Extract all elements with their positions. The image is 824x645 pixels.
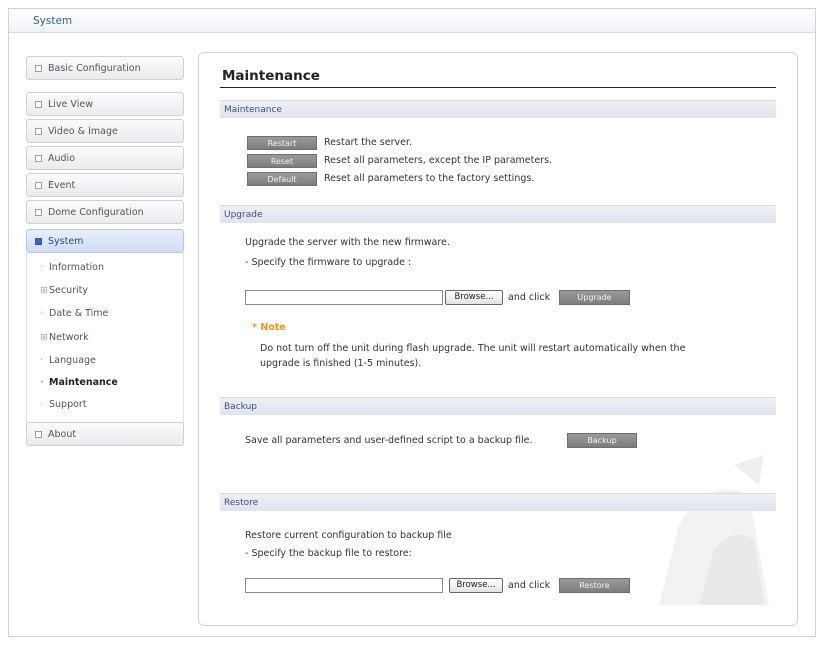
expand-box-icon [35,182,42,189]
submenu-item-language[interactable]: · Language [40,355,96,366]
tree-dash-icon: · [40,308,44,319]
restore-browse-button[interactable]: Browse... [449,578,503,593]
restart-description: Restart the server. [324,137,412,148]
title-divider [220,87,776,88]
backup-description: Save all parameters and user-defined scr… [245,435,533,446]
section-header-maintenance: Maintenance [220,100,776,118]
upgrade-specify-label: - Specify the firmware to upgrade : [245,257,412,268]
note-title: * Note [252,322,286,333]
expand-box-icon [35,101,42,108]
sidebar-item-event[interactable]: Event [26,173,184,197]
upgrade-and-click-label: and click [508,292,551,303]
reset-description: Reset all parameters, except the IP para… [324,155,553,166]
note-text-line-2: upgrade is finished (1-5 minutes). [260,358,422,369]
firmware-browse-button[interactable]: Browse... [445,290,503,305]
restore-and-click-label: and click [508,580,551,591]
expand-box-icon [35,155,42,162]
firmware-file-input[interactable] [245,290,443,305]
expand-box-icon [35,65,42,72]
submenu-item-date-time[interactable]: · Date & Time [40,308,108,319]
submenu-item-information[interactable]: · Information [40,262,104,273]
tree-dash-icon: · [40,262,44,273]
tree-dash-icon: · [40,399,44,410]
tree-dash-icon: · [40,377,44,388]
collapse-box-icon [35,238,42,245]
sidebar-item-audio[interactable]: Audio [26,146,184,170]
tree-dash-icon: · [40,355,44,366]
restart-button[interactable]: Restart [247,136,317,150]
sidebar-item-live-view[interactable]: Live View [26,92,184,116]
section-header-backup: Backup [220,397,776,415]
sidebar-item-video-image[interactable]: Video & Image [26,119,184,143]
restore-instruction: Restore current configuration to backup … [245,530,452,541]
restore-file-input[interactable] [245,578,443,593]
reset-button[interactable]: Reset [247,154,317,168]
default-description: Reset all parameters to the factory sett… [324,173,535,184]
submenu-item-support[interactable]: · Support [40,399,87,410]
sidebar-item-system[interactable]: System [26,229,184,253]
tree-expand-icon: ⊞ [40,332,48,343]
section-header-restore: Restore [220,493,776,511]
section-header-upgrade: Upgrade [220,205,776,223]
sidebar-item-about[interactable]: About [26,422,184,446]
default-button[interactable]: Default [247,172,317,186]
restore-specify-label: - Specify the backup file to restore: [245,548,412,559]
window-title: System [33,15,73,27]
submenu-item-network[interactable]: ⊞Network [40,332,89,343]
submenu-item-security[interactable]: ⊞Security [40,285,88,296]
sidebar-item-basic-configuration[interactable]: Basic Configuration [26,56,184,80]
tree-expand-icon: ⊞ [40,285,48,296]
watermark-icon [659,455,769,605]
system-submenu [26,253,184,441]
submenu-item-maintenance[interactable]: · Maintenance [40,377,118,388]
sidebar-item-dome-configuration[interactable]: Dome Configuration [26,200,184,224]
expand-box-icon [35,128,42,135]
backup-button[interactable]: Backup [567,433,637,448]
restore-button[interactable]: Restore [559,578,630,593]
note-text-line-1: Do not turn off the unit during flash up… [260,343,686,354]
expand-box-icon [35,209,42,216]
expand-box-icon [35,431,42,438]
page-title: Maintenance [222,68,320,84]
upgrade-button[interactable]: Upgrade [559,290,630,305]
top-bar: System [9,9,815,33]
upgrade-instruction: Upgrade the server with the new firmware… [245,237,450,248]
